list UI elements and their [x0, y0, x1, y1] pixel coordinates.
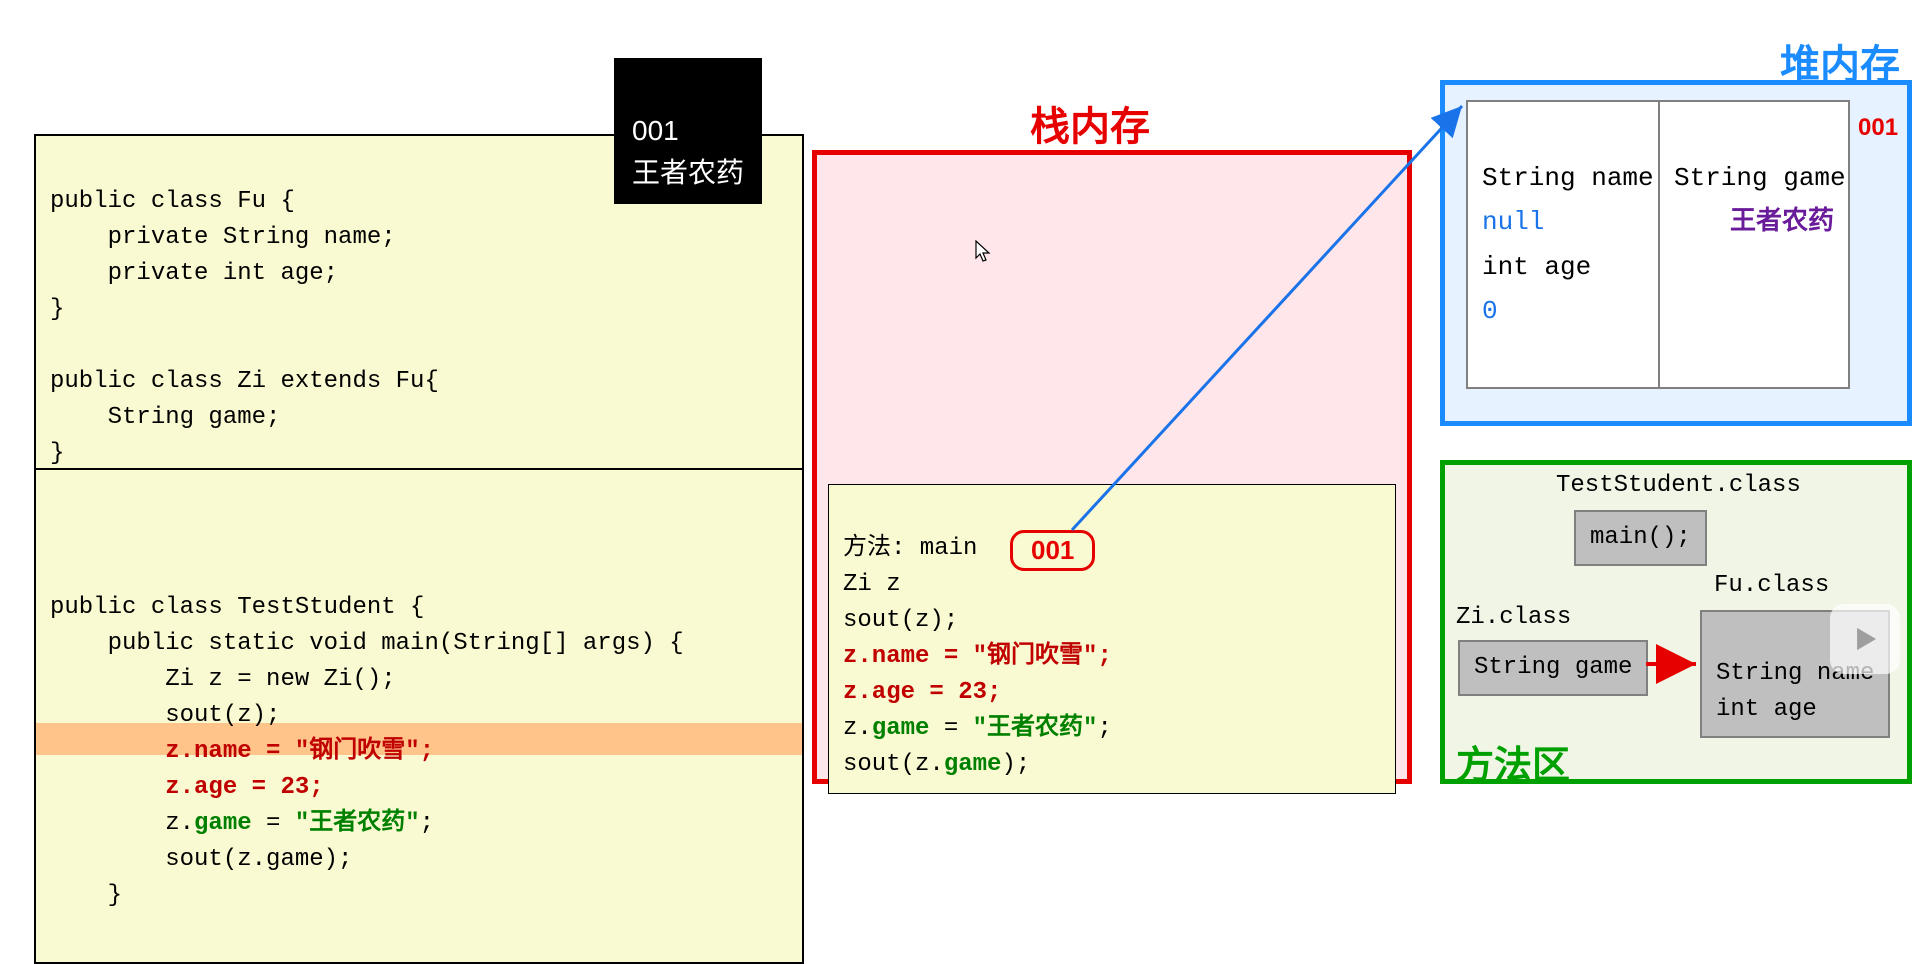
code-line: public class Fu { [50, 188, 295, 215]
class-label-teststudent: TestStudent.class [1556, 472, 1801, 499]
class-label-fu: Fu.class [1714, 572, 1829, 599]
cursor-icon [975, 240, 993, 268]
code-line: } [50, 882, 122, 909]
frame-line: Zi z [843, 571, 901, 598]
code-line: z.age = 23; [50, 774, 324, 801]
code-box-teststudent: public class TestStudent { public static… [34, 468, 804, 964]
field-label: int age [1716, 696, 1817, 723]
tooltip-line: 王者农药 [632, 157, 744, 188]
tooltip-box: 001 王者农药 [614, 58, 762, 204]
object-col-child: String game 王者农药 [1658, 102, 1848, 387]
field-value: 王者农药 [1674, 200, 1834, 244]
frame-line: z.game = "王者农药"; [843, 715, 1112, 742]
code-line: } [50, 440, 64, 467]
pointer-address: 001 [1010, 530, 1095, 571]
code-line: z.game = "王者农药"; [50, 810, 434, 837]
tooltip-line: 001 [632, 115, 679, 146]
field-label: String game [1674, 163, 1846, 193]
object-col-parent: String name null int age 0 [1468, 102, 1658, 387]
code-line: public static void main(String[] args) { [50, 630, 684, 657]
code-line: public class TestStudent { [50, 594, 424, 621]
play-button[interactable] [1830, 604, 1900, 674]
class-box-zi: String game [1458, 640, 1648, 696]
code-line: sout(z.game); [50, 846, 352, 873]
code-line: Zi z = new Zi(); [50, 666, 396, 693]
code-line: public class Zi extends Fu{ [50, 368, 439, 395]
heap-object-address: 001 [1858, 114, 1898, 142]
frame-line: sout(z); [843, 607, 958, 634]
class-box-main: main(); [1574, 510, 1707, 566]
stack-frame-main: 方法: main Zi z sout(z); z.name = "钢门吹雪"; … [828, 484, 1396, 794]
frame-line: z.name = "钢门吹雪"; [843, 643, 1112, 670]
field-label: int age [1482, 252, 1591, 282]
code-line: z.name = "钢门吹雪"; [50, 738, 434, 765]
field-label: String name [1482, 163, 1654, 193]
method-area-title: 方法区 [1456, 734, 1570, 789]
code-line: } [50, 296, 64, 323]
heap-object: String name null int age 0 String game 王… [1466, 100, 1850, 389]
code-line: private String name; [50, 224, 396, 251]
code-line: String game; [50, 404, 280, 431]
code-line: private int age; [50, 260, 338, 287]
frame-line: 方法: main [843, 535, 977, 562]
field-value: 0 [1482, 296, 1498, 326]
frame-line: sout(z.game); [843, 751, 1030, 778]
code-line: sout(z); [50, 702, 280, 729]
field-value: null [1482, 207, 1544, 237]
frame-line: z.age = 23; [843, 679, 1001, 706]
class-label-zi: Zi.class [1456, 604, 1571, 631]
stack-title: 栈内存 [1030, 94, 1150, 152]
